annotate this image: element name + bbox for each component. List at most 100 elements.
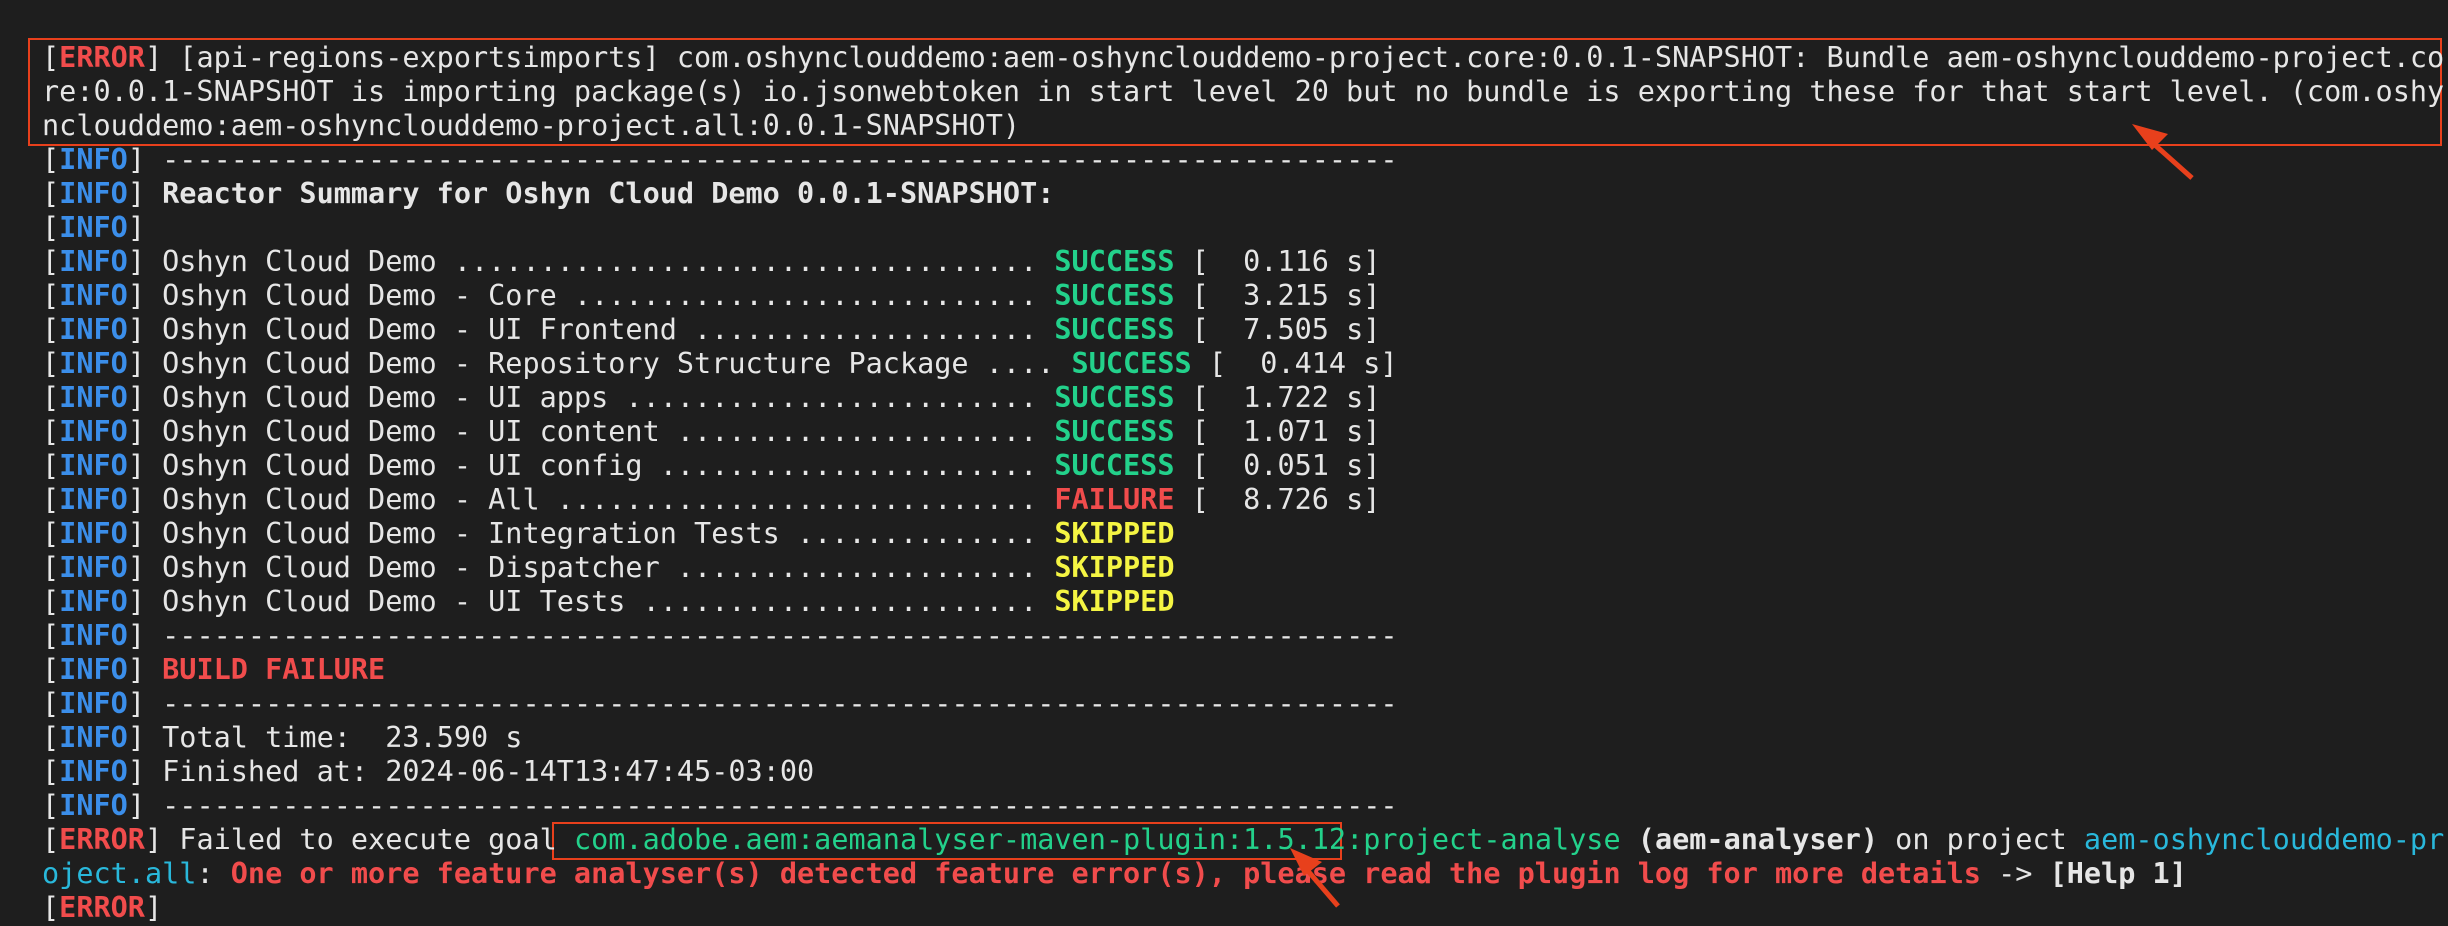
build-result: BUILD FAILURE (162, 653, 386, 686)
error-line-3: ncloud​demo:aem-oshyncloud​demo-project.… (42, 109, 1020, 143)
module-row: [INFO] Oshyn Cloud Demo - Core .........… (42, 279, 1381, 312)
failed-goal-prefix: Failed to execute goal (162, 823, 574, 856)
info-tag: INFO (59, 381, 128, 414)
error-line-2: re:0.0.1-SNAPSHOT is importing package(s… (42, 75, 2444, 109)
module-name: Oshyn Cloud Demo - All .................… (162, 483, 1055, 516)
arrow-text: -> (1980, 857, 2050, 890)
module-row: [INFO] Oshyn Cloud Demo - Integration Te… (42, 517, 1175, 550)
info-tag: INFO (59, 687, 128, 720)
info-tag: INFO (59, 721, 128, 754)
failed-goal-line-2: oject.all: One or more feature analyser(… (42, 857, 2187, 891)
module-time: [ 0.414 s] (1191, 347, 1398, 380)
module-row: [INFO] Oshyn Cloud Demo - UI Frontend ..… (42, 313, 1381, 346)
colon-separator: : (196, 857, 231, 890)
module-row: [INFO] Oshyn Cloud Demo - All ..........… (42, 483, 1381, 516)
total-time-line: [INFO] Total time: 23.590 s (42, 721, 523, 754)
info-tag: INFO (59, 449, 128, 482)
on-project-text: on project (1878, 823, 2084, 856)
module-name: Oshyn Cloud Demo - UI Tests ............… (162, 585, 1055, 618)
module-row: [INFO] Oshyn Cloud Demo - UI config ....… (42, 449, 1381, 482)
module-time: [ 0.051 s] (1174, 449, 1381, 482)
module-row: [INFO] Oshyn Cloud Demo - UI Tests .....… (42, 585, 1175, 618)
module-name: Oshyn Cloud Demo - Core ................… (162, 279, 1055, 312)
info-tag: INFO (59, 313, 128, 346)
info-separator: [INFO] ---------------------------------… (42, 789, 1398, 822)
info-tag: INFO (59, 279, 128, 312)
info-tag: INFO (59, 789, 128, 822)
separator-text: ----------------------------------------… (162, 687, 1398, 720)
info-tag: INFO (59, 551, 128, 584)
info-tag: INFO (59, 143, 128, 176)
module-status: SKIPPED (1054, 551, 1175, 584)
info-empty-line: [INFO] (42, 211, 145, 244)
module-name: Oshyn Cloud Demo - Dispatcher ..........… (162, 551, 1055, 584)
info-separator: [INFO] ---------------------------------… (42, 619, 1398, 652)
info-tag: INFO (59, 585, 128, 618)
help-link[interactable]: [Help 1] (2050, 857, 2187, 890)
error-tag: ERROR (59, 41, 145, 74)
error-trailing-line: [ERROR] (42, 891, 163, 924)
module-status: SUCCESS (1054, 381, 1175, 414)
error-message-2: re:0.0.1-SNAPSHOT is importing package(s… (42, 75, 2445, 108)
error-message-1: [api-regions-exportsimports] com.oshyncl… (162, 41, 2445, 74)
finished-at: Finished at: 2024-06-14T13:47:45-03:00 (162, 755, 815, 788)
module-status: SUCCESS (1054, 245, 1175, 278)
module-row: [INFO] Oshyn Cloud Demo ................… (42, 245, 1381, 278)
execution-id: (aem-analyser) (1637, 823, 1879, 856)
module-time: [ 1.071 s] (1174, 415, 1381, 448)
module-name: Oshyn Cloud Demo - UI content ..........… (162, 415, 1055, 448)
build-failure-line: [INFO] BUILD FAILURE (42, 653, 386, 686)
failure-message: One or more feature analyser(s) detected… (230, 857, 1981, 890)
module-time: [ 8.726 s] (1174, 483, 1381, 516)
module-status: SUCCESS (1054, 415, 1175, 448)
info-tag: INFO (59, 415, 128, 448)
module-status: SUCCESS (1054, 449, 1175, 482)
info-tag: INFO (59, 177, 128, 210)
module-name: Oshyn Cloud Demo - UI Frontend .........… (162, 313, 1055, 346)
module-status: SUCCESS (1054, 279, 1175, 312)
goal-name: :project-analyse (1346, 823, 1638, 856)
info-tag: INFO (59, 517, 128, 550)
module-name: Oshyn Cloud Demo - UI config ...........… (162, 449, 1055, 482)
module-name: Oshyn Cloud Demo - Integration Tests ...… (162, 517, 1055, 550)
module-status: SKIPPED (1054, 517, 1175, 550)
module-name: Oshyn Cloud Demo .......................… (162, 245, 1055, 278)
module-row: [INFO] Oshyn Cloud Demo - Repository Str… (42, 347, 1398, 380)
module-status: SKIPPED (1054, 585, 1175, 618)
module-time: [ 1.722 s] (1174, 381, 1381, 414)
finished-at-line: [INFO] Finished at: 2024-06-14T13:47:45-… (42, 755, 815, 788)
module-time: [ 7.505 s] (1174, 313, 1381, 346)
module-status: FAILURE (1054, 483, 1175, 516)
project-name-part2: oject.all (42, 857, 197, 890)
plugin-coordinates: com.adobe.aem:aemanalyser-maven-plugin:1… (573, 823, 1347, 856)
separator-text: ----------------------------------------… (162, 789, 1398, 822)
separator-text: ----------------------------------------… (162, 619, 1398, 652)
info-tag: INFO (59, 755, 128, 788)
module-name: Oshyn Cloud Demo - Repository Structure … (162, 347, 1072, 380)
info-separator: [INFO] ---------------------------------… (42, 143, 1398, 176)
failed-goal-line-1: [ERROR] Failed to execute goal com.adobe… (42, 823, 2445, 856)
module-name: Oshyn Cloud Demo - UI apps .............… (162, 381, 1055, 414)
error-tag: ERROR (59, 823, 145, 856)
info-tag: INFO (59, 483, 128, 516)
info-tag: INFO (59, 211, 128, 244)
reactor-summary-title: Reactor Summary for Oshyn Cloud Demo 0.0… (162, 177, 1055, 210)
info-tag: INFO (59, 619, 128, 652)
info-tag: INFO (59, 245, 128, 278)
module-time: [ 3.215 s] (1174, 279, 1381, 312)
separator-text: ----------------------------------------… (162, 143, 1398, 176)
info-separator: [INFO] ---------------------------------… (42, 687, 1398, 720)
total-time: Total time: 23.590 s (162, 721, 523, 754)
error-tag: ERROR (59, 891, 145, 924)
error-line-1: [ERROR] [api-regions-exportsimports] com… (42, 41, 2445, 74)
module-status: SUCCESS (1071, 347, 1192, 380)
reactor-summary-line: [INFO] Reactor Summary for Oshyn Cloud D… (42, 177, 1055, 210)
project-name-part1: aem-oshyncloud​demo-pr (2083, 823, 2445, 856)
info-tag: INFO (59, 653, 128, 686)
module-status: SUCCESS (1054, 313, 1175, 346)
module-time: [ 0.116 s] (1174, 245, 1381, 278)
module-row: [INFO] Oshyn Cloud Demo - UI content ...… (42, 415, 1381, 448)
terminal-output: [ERROR] [api-regions-exportsimports] com… (0, 0, 2448, 926)
error-message-3: ncloud​demo:aem-oshyncloud​demo-project.… (42, 109, 1021, 142)
module-row: [INFO] Oshyn Cloud Demo - Dispatcher ...… (42, 551, 1175, 584)
